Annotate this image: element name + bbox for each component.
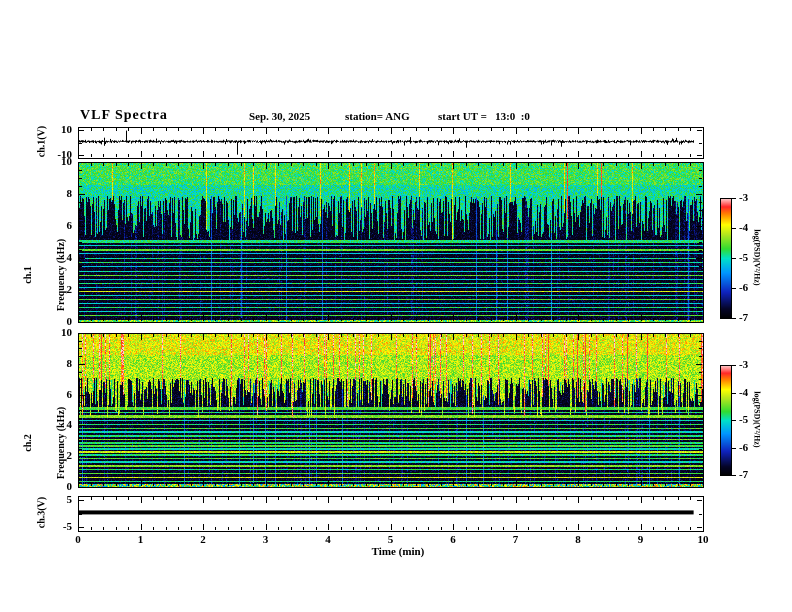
tick-label: 5 [67, 494, 73, 506]
ch2-spec-ylabel-line2: Frequency (kHz) [56, 368, 67, 518]
tick-label: 4 [67, 252, 73, 264]
tick-label: 10 [61, 327, 72, 339]
ch3-wave-ylabel: ch.3(V) [37, 483, 48, 543]
tick-label: 10 [698, 534, 709, 546]
ch2-spec-ylabel-line1: ch.2 [23, 368, 34, 518]
colorbar2-title: log(PSD)(V²/Hz) [753, 376, 762, 464]
station-label: station= ANG [345, 111, 410, 123]
tick-label: 0 [67, 481, 73, 493]
date-label: Sep. 30, 2025 [249, 111, 310, 123]
tick-label: 10 [61, 124, 72, 136]
ch2-spectrogram-canvas [78, 333, 703, 487]
tick-label: 4 [67, 419, 73, 431]
tick-label: -7 [739, 312, 748, 324]
vlf-spectra-figure: VLF Spectra Sep. 30, 2025 station= ANG s… [0, 0, 792, 612]
figure-title: VLF Spectra [80, 108, 168, 124]
tick-label: -4 [739, 387, 748, 399]
ch1-wave-ylabel: ch.1(V) [37, 112, 48, 172]
ch1-spectrogram-canvas [78, 162, 703, 322]
tick-label: 6 [67, 389, 73, 401]
tick-label: -3 [739, 192, 748, 204]
tick-label: 5 [388, 534, 394, 546]
tick-label: 8 [575, 534, 581, 546]
tick-label: -3 [739, 359, 748, 371]
ch3-waveform-canvas [78, 496, 703, 531]
tick-label: 6 [450, 534, 456, 546]
tick-label: 2 [200, 534, 206, 546]
tick-label: -10 [57, 149, 72, 161]
tick-label: 2 [67, 450, 73, 462]
colorbar1-title: log(PSD)(V²/Hz) [753, 214, 762, 302]
tick-label: -5 [739, 252, 748, 264]
tick-label: 2 [67, 284, 73, 296]
colorbar-ch2-canvas [720, 365, 731, 475]
start-ut-label: start UT = 13:0 :0 [438, 111, 530, 123]
tick-label: -7 [739, 469, 748, 481]
tick-label: 7 [513, 534, 519, 546]
ch1-waveform-canvas [78, 127, 703, 158]
tick-label: -4 [739, 222, 748, 234]
tick-label: 9 [638, 534, 644, 546]
ch1-spec-ylabel-line1: ch.1 [23, 200, 34, 350]
tick-label: 4 [325, 534, 331, 546]
tick-label: 0 [75, 534, 81, 546]
tick-label: 8 [67, 188, 73, 200]
tick-label: 3 [263, 534, 269, 546]
tick-label: -6 [739, 442, 748, 454]
tick-label: 1 [138, 534, 144, 546]
x-axis-title: Time (min) [348, 546, 448, 558]
tick-label: 6 [67, 220, 73, 232]
tick-label: -6 [739, 282, 748, 294]
tick-label: -5 [63, 521, 72, 533]
tick-label: -5 [739, 414, 748, 426]
colorbar-ch1-canvas [720, 198, 731, 318]
ch1-spec-ylabel: ch.1 Frequency (kHz) [1, 200, 89, 350]
tick-label: 8 [67, 358, 73, 370]
